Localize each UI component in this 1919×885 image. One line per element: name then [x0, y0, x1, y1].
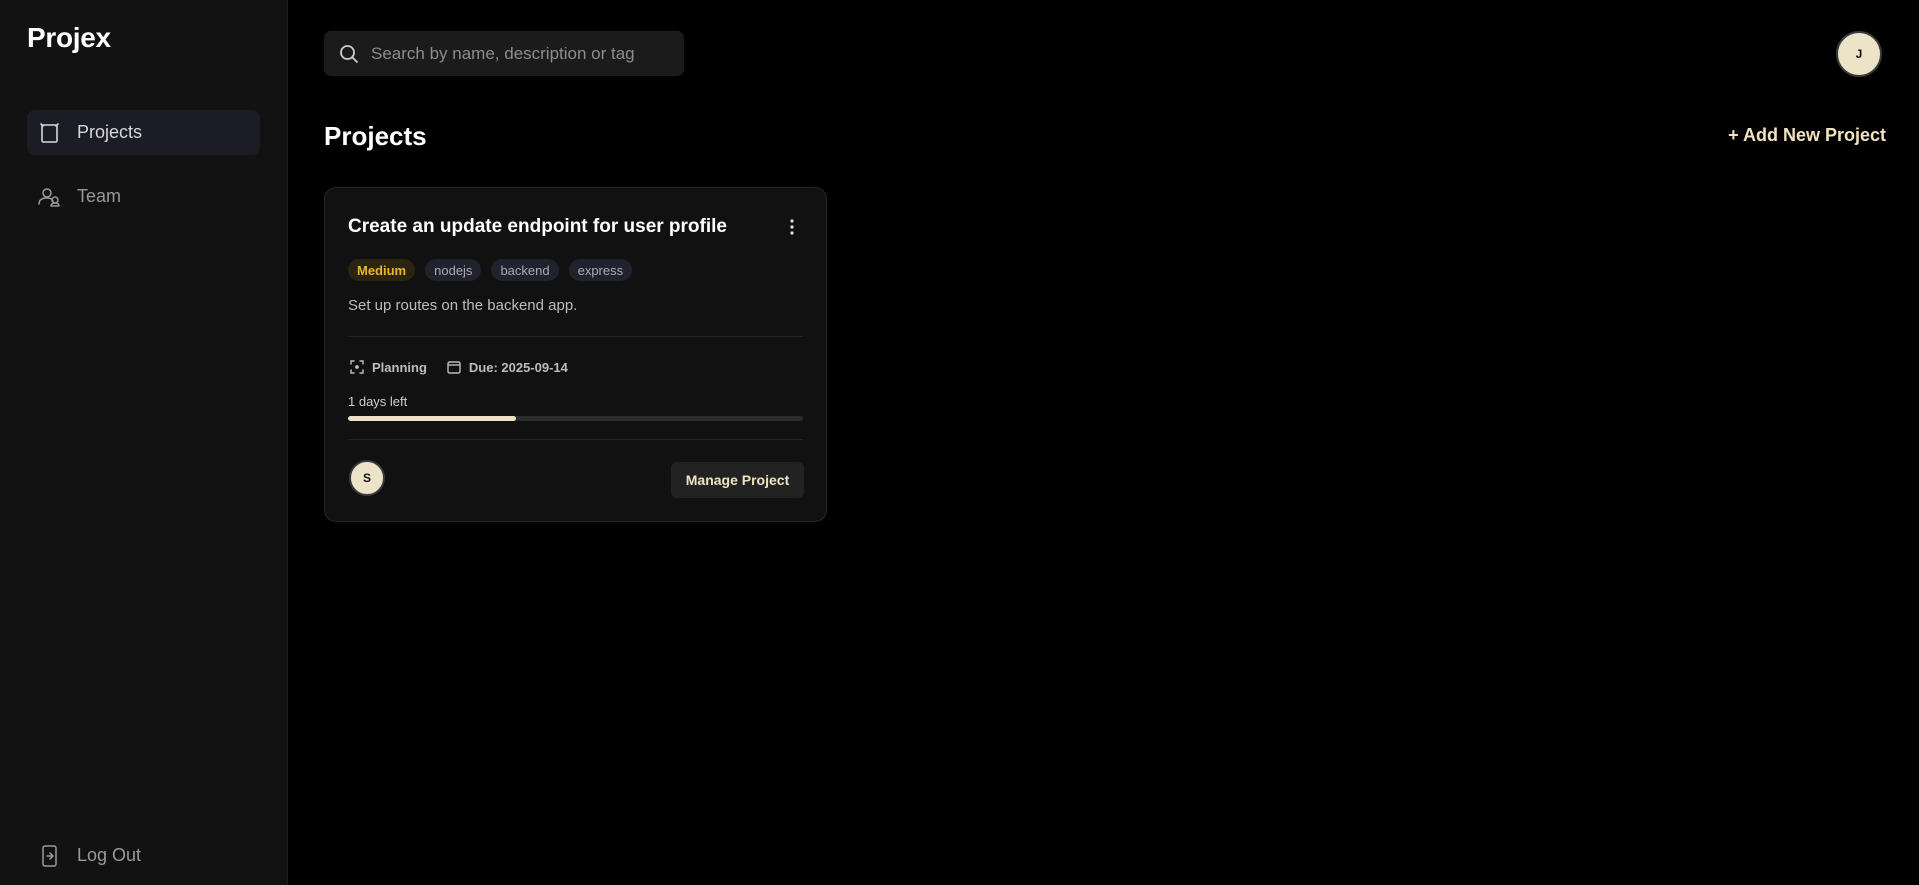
- tag-badge: backend: [491, 259, 559, 281]
- logout-icon: [36, 842, 64, 870]
- tag-badge: express: [568, 259, 633, 281]
- sidebar: Projex Projects Team Log Out: [0, 0, 288, 885]
- status-icon: [348, 358, 366, 376]
- logout-label: Log Out: [77, 845, 142, 865]
- app-logo: Projex: [27, 22, 111, 53]
- project-due-date: Due: 2025-09-14: [468, 359, 568, 375]
- add-project-button[interactable]: + Add New Project: [1706, 125, 1886, 146]
- sidebar-item-label: Projects: [77, 122, 143, 142]
- project-card: Create an update endpoint for user profi…: [324, 187, 827, 522]
- search-bar[interactable]: [324, 31, 684, 76]
- manage-project-button[interactable]: Manage Project: [671, 462, 804, 498]
- sidebar-item-projects[interactable]: Projects: [27, 110, 260, 155]
- tag-badge: nodejs: [425, 259, 482, 281]
- sidebar-item-label: Team: [77, 186, 122, 206]
- project-description: Set up routes on the backend app.: [348, 297, 578, 314]
- page-title: Projects: [324, 121, 427, 151]
- priority-badge: Medium: [348, 259, 416, 281]
- more-options-icon[interactable]: [782, 215, 802, 239]
- progress-bar: [348, 416, 803, 421]
- logout-button[interactable]: Log Out: [27, 833, 260, 878]
- divider: [348, 439, 803, 440]
- projects-icon: [36, 119, 64, 147]
- project-meta: Planning Due: 2025-09-14: [348, 358, 568, 376]
- search-icon: [338, 43, 360, 65]
- calendar-icon: [445, 358, 463, 376]
- user-avatar[interactable]: J: [1836, 31, 1882, 77]
- member-avatar[interactable]: S: [349, 460, 385, 496]
- days-left: 1 days left: [348, 394, 408, 409]
- project-tags: Medium nodejs backend express: [348, 259, 633, 281]
- project-title: Create an update endpoint for user profi…: [348, 216, 727, 237]
- progress-fill: [348, 416, 517, 421]
- team-icon: [36, 183, 64, 211]
- divider: [348, 336, 803, 337]
- project-status: Planning: [372, 359, 427, 375]
- search-input[interactable]: [369, 42, 684, 65]
- main-content: J Projects + Add New Project Create an u…: [288, 0, 1919, 885]
- sidebar-item-team[interactable]: Team: [27, 174, 260, 219]
